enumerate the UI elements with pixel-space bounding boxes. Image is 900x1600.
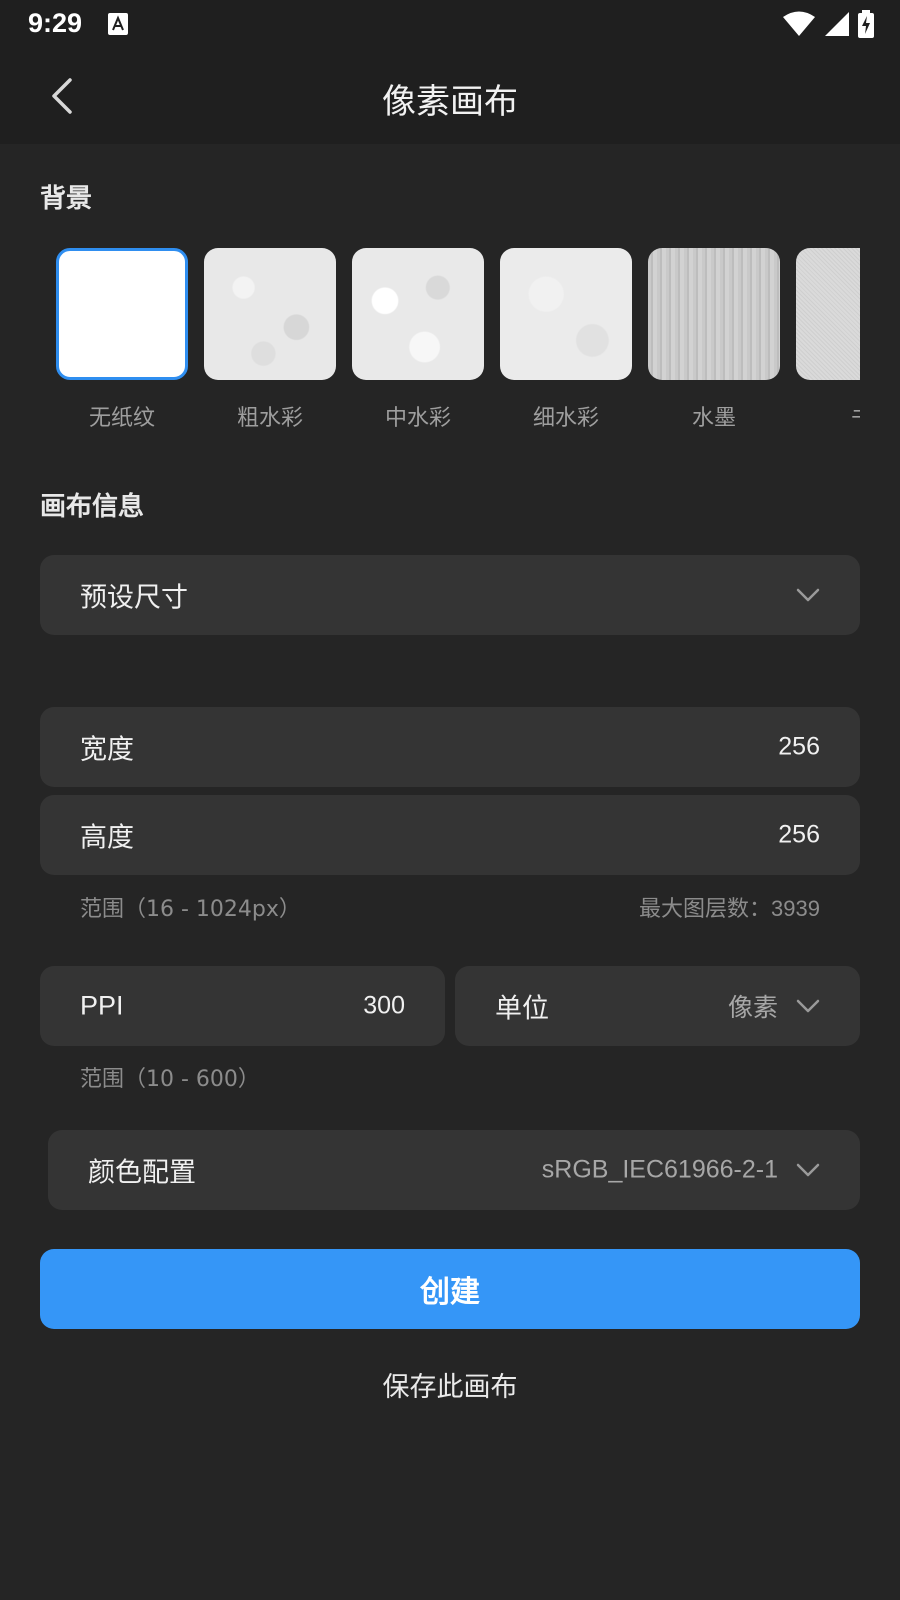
texture-item-coarse-watercolor[interactable]: 粗水彩 bbox=[204, 248, 336, 432]
status-bar: 9:29 bbox=[0, 0, 900, 48]
chevron-down-icon bbox=[796, 999, 820, 1013]
texture-item-book[interactable]: 书 bbox=[796, 248, 860, 432]
texture-label: 无纸纹 bbox=[88, 406, 155, 431]
size-range-hint: 范围（16 - 1024px） bbox=[80, 897, 301, 922]
texture-label: 中水彩 bbox=[384, 406, 451, 431]
height-field[interactable]: 高度 256 bbox=[40, 795, 860, 875]
app-bar: 像素画布 bbox=[0, 48, 900, 144]
color-profile-dropdown[interactable]: 颜色配置 sRGB_IEC61966-2-1 bbox=[48, 1130, 860, 1210]
max-layers-label: 最大图层数： bbox=[639, 897, 772, 922]
texture-thumb-fine-watercolor bbox=[500, 248, 632, 380]
texture-item-fine-watercolor[interactable]: 细水彩 bbox=[500, 248, 632, 432]
texture-label: 粗水彩 bbox=[236, 406, 303, 431]
height-value[interactable]: 256 bbox=[778, 821, 820, 850]
preset-size-dropdown[interactable]: 预设尺寸 bbox=[40, 555, 860, 635]
ppi-range-hint: 范围（10 - 600） bbox=[80, 1067, 260, 1092]
max-layers-info: 最大图层数： 3939 bbox=[639, 891, 820, 923]
texture-label: 水墨 bbox=[691, 406, 736, 431]
texture-thumb-medium-watercolor bbox=[352, 248, 484, 380]
unit-label: 单位 bbox=[495, 993, 549, 1025]
width-value[interactable]: 256 bbox=[778, 733, 820, 762]
texture-label: 书 bbox=[796, 400, 860, 432]
texture-thumb-coarse-watercolor bbox=[204, 248, 336, 380]
unit-value: 像素 bbox=[727, 994, 778, 1022]
color-profile-label: 颜色配置 bbox=[88, 1157, 196, 1189]
texture-thumb-none bbox=[56, 248, 188, 380]
texture-label: 细水彩 bbox=[532, 406, 599, 431]
page-title: 像素画布 bbox=[382, 82, 518, 122]
ppi-label: PPI bbox=[80, 990, 124, 1021]
preset-size-label: 预设尺寸 bbox=[80, 582, 188, 614]
max-layers-value: 3939 bbox=[771, 896, 820, 921]
wifi-icon bbox=[783, 11, 815, 36]
color-profile-value: sRGB_IEC61966-2-1 bbox=[541, 1155, 778, 1184]
width-field[interactable]: 宽度 256 bbox=[40, 707, 860, 787]
texture-item-medium-watercolor[interactable]: 中水彩 bbox=[352, 248, 484, 432]
chevron-down-icon bbox=[796, 588, 820, 602]
canvas-info-section-title: 画布信息 bbox=[40, 492, 145, 522]
chevron-down-icon bbox=[796, 1163, 820, 1177]
texture-item-none[interactable]: 无纸纹 bbox=[56, 248, 188, 432]
height-label: 高度 bbox=[80, 822, 134, 854]
save-canvas-button[interactable]: 保存此画布 bbox=[0, 1365, 900, 1404]
create-button[interactable]: 创建 bbox=[40, 1249, 860, 1329]
status-icons bbox=[782, 10, 874, 38]
signal-icon bbox=[825, 12, 849, 36]
texture-thumb-ink bbox=[648, 248, 780, 380]
texture-list: 无纸纹 粗水彩 中水彩 细水彩 水墨 书 bbox=[0, 248, 860, 438]
ppi-field[interactable]: PPI 300 bbox=[40, 966, 445, 1046]
unit-dropdown[interactable]: 单位 像素 bbox=[455, 966, 860, 1046]
ppi-value[interactable]: 300 bbox=[363, 992, 405, 1021]
battery-charging-icon bbox=[858, 10, 874, 38]
width-label: 宽度 bbox=[80, 734, 134, 766]
a-icon bbox=[108, 13, 128, 35]
background-section-title: 背景 bbox=[40, 184, 93, 214]
texture-item-ink[interactable]: 水墨 bbox=[648, 248, 780, 432]
texture-thumb-book bbox=[796, 248, 860, 380]
status-time: 9:29 bbox=[28, 8, 83, 38]
